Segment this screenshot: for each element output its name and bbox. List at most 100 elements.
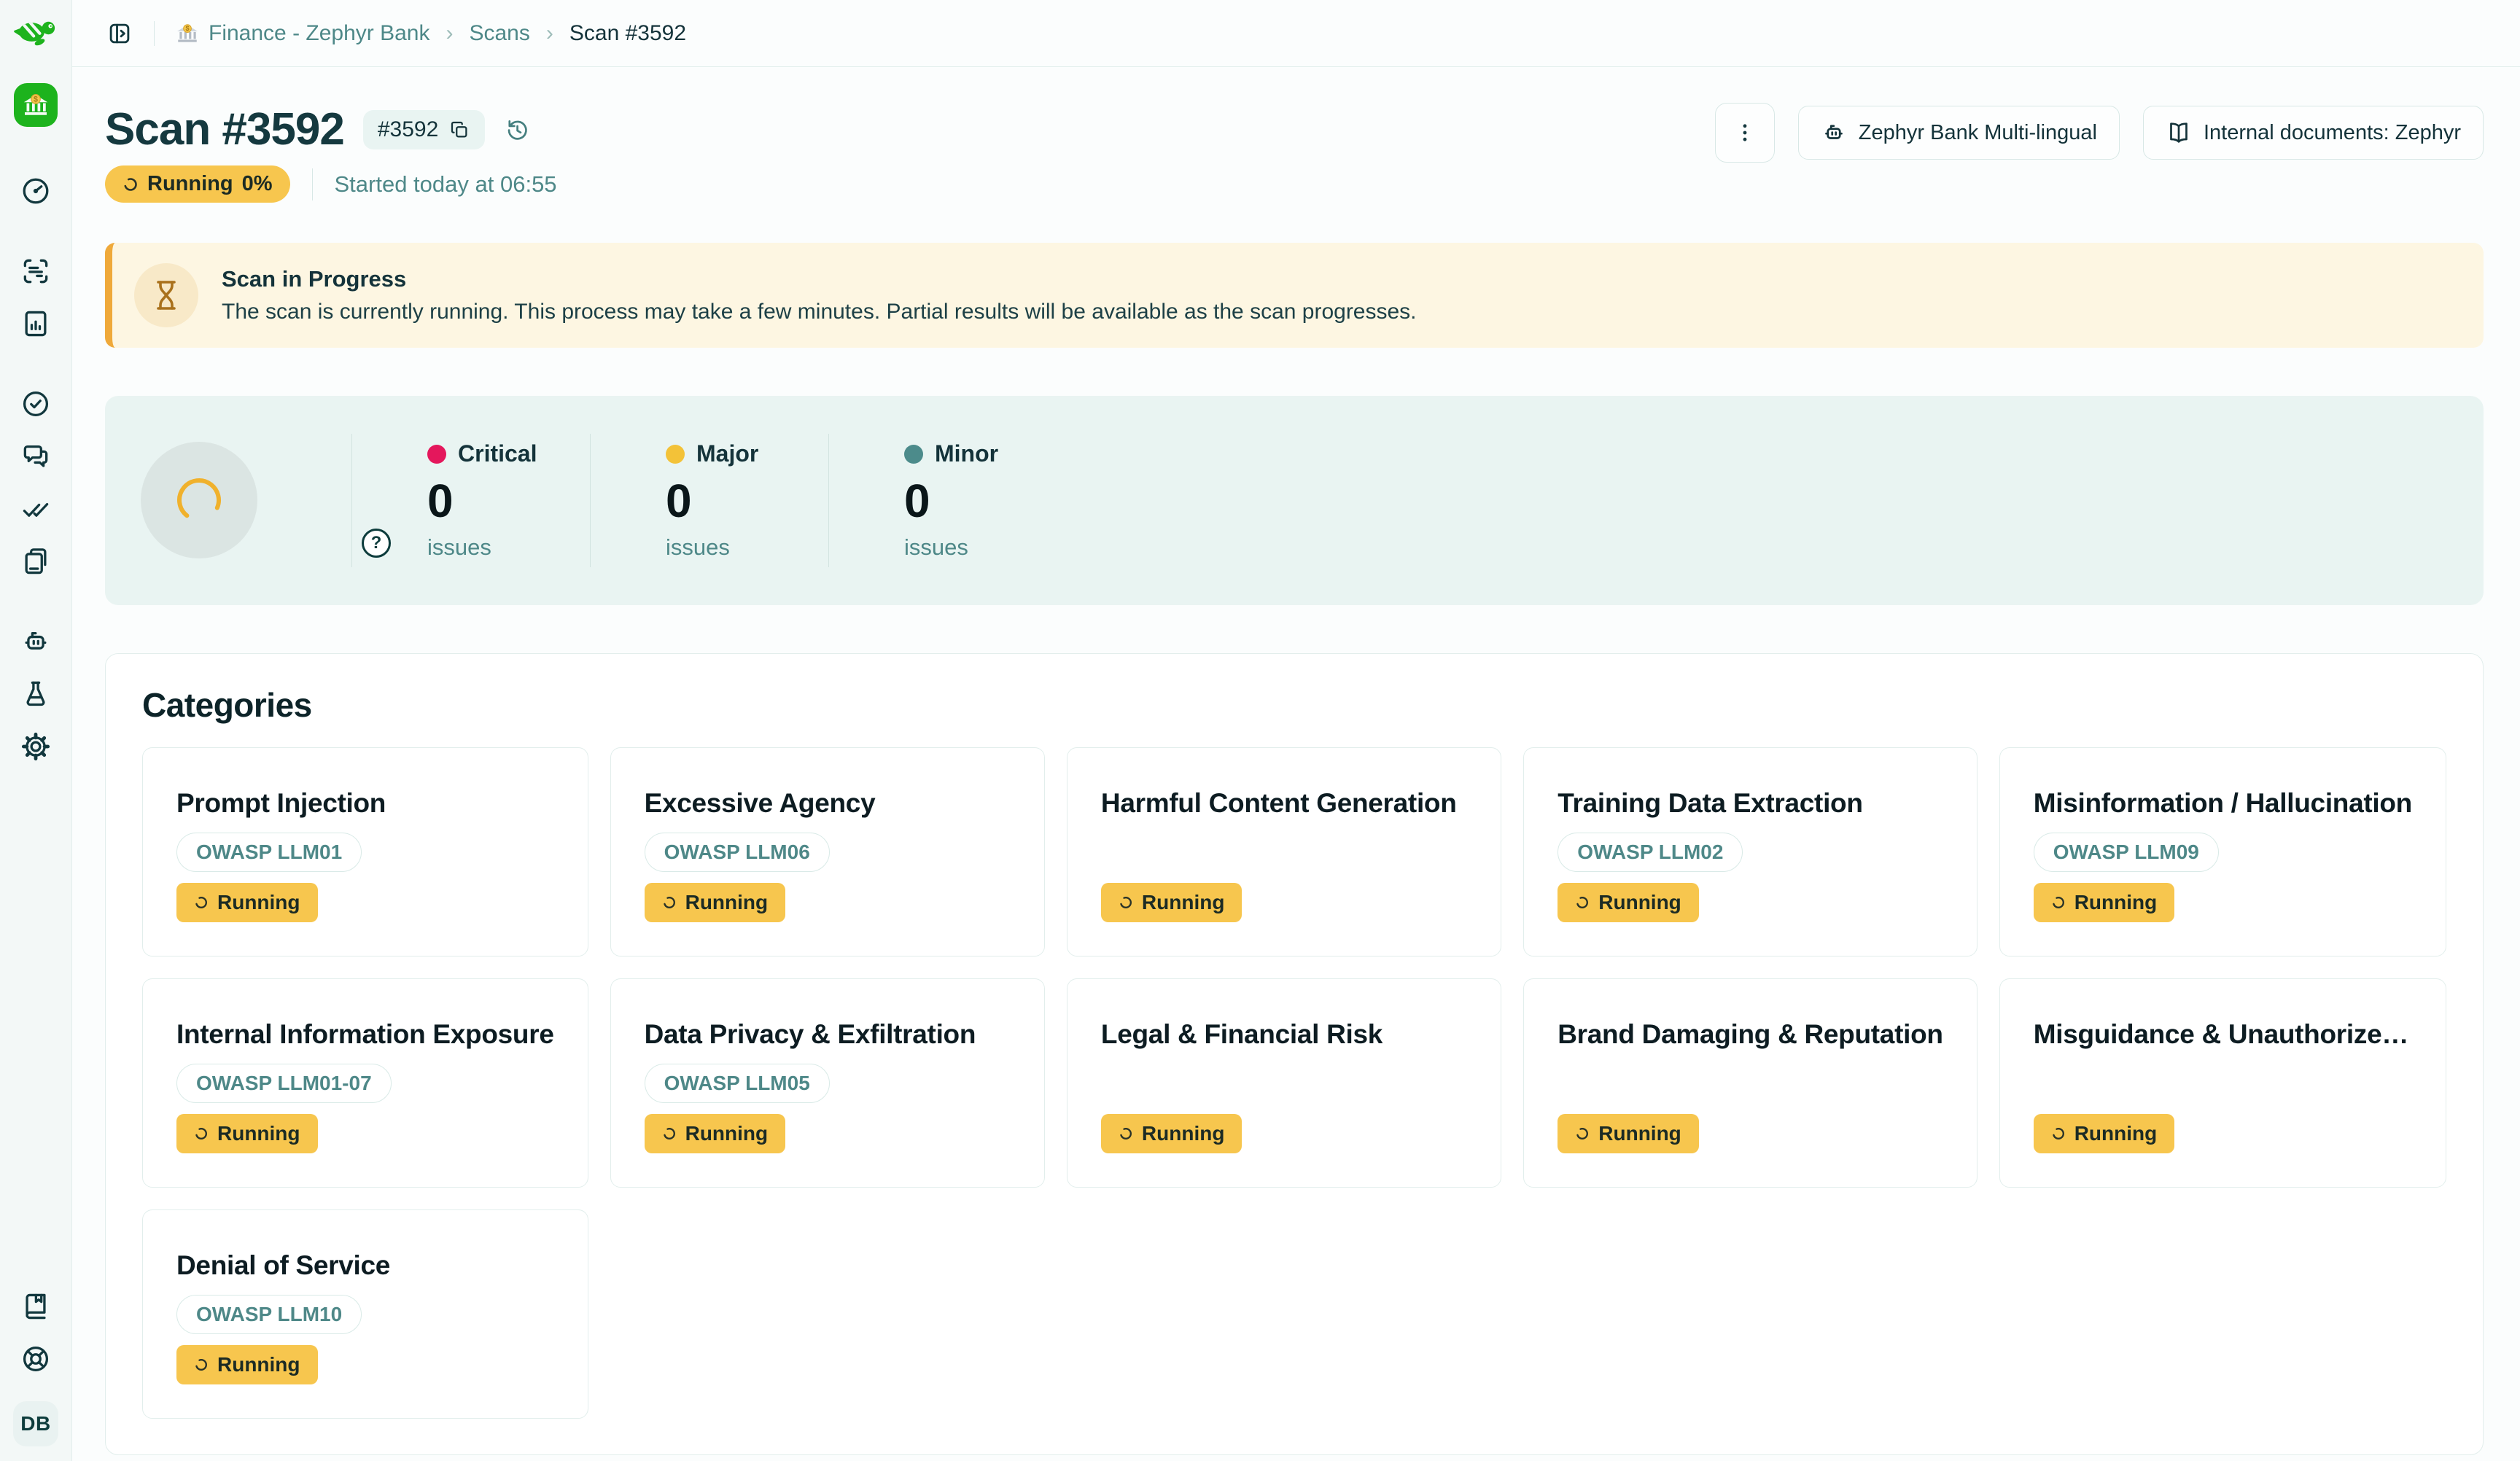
- app-logo[interactable]: [12, 12, 60, 52]
- sidebar-item-docs[interactable]: [11, 1290, 61, 1322]
- owasp-pill-slot: OWASP LLM01: [176, 833, 554, 872]
- spinner-icon: [662, 1126, 677, 1141]
- gauge-icon: [20, 175, 52, 207]
- scan-progress-donut: [141, 442, 257, 558]
- sidebar-item-scans[interactable]: [11, 255, 61, 287]
- header-actions: Zephyr Bank Multi-lingual Internal docum…: [1715, 103, 2484, 163]
- sidebar: $: [0, 0, 72, 1461]
- sidebar-item-evaluations[interactable]: [11, 493, 61, 525]
- category-card-title: Brand Damaging & Reputation: [1558, 1017, 1942, 1052]
- owasp-pill: OWASP LLM06: [645, 833, 830, 872]
- summary-major-label: Major: [696, 440, 758, 467]
- owasp-pill-slot: [1101, 833, 1467, 872]
- category-card-title: Prompt Injection: [176, 786, 554, 821]
- sidebar-item-experiments[interactable]: [11, 678, 61, 710]
- spinner-icon: [1575, 1126, 1590, 1141]
- category-card[interactable]: Legal & Financial Risk Running: [1067, 978, 1501, 1188]
- category-status-badge: Running: [1101, 883, 1242, 922]
- critical-dot-icon: [427, 445, 446, 464]
- category-card-title: Excessive Agency: [645, 786, 1011, 821]
- sidebar-toggle-button[interactable]: [106, 20, 133, 47]
- sidebar-item-reports[interactable]: [11, 308, 61, 340]
- category-status-label: Running: [217, 1353, 300, 1376]
- summary-minor-unit: issues: [904, 534, 1067, 561]
- svg-text:$: $: [34, 96, 38, 104]
- category-status-label: Running: [2074, 891, 2158, 914]
- spinner-icon: [1119, 1126, 1133, 1141]
- owasp-pill: OWASP LLM01-07: [176, 1064, 392, 1103]
- summary-minor-label: Minor: [935, 440, 998, 467]
- category-card-title: Legal & Financial Risk: [1101, 1017, 1467, 1052]
- status-row: Running 0% Started today at 06:55: [105, 165, 2484, 203]
- owasp-pill: OWASP LLM09: [2034, 833, 2219, 872]
- category-status-badge: Running: [2034, 883, 2175, 922]
- category-card[interactable]: Harmful Content Generation Running: [1067, 747, 1501, 957]
- knowledge-base-button[interactable]: Internal documents: Zephyr: [2143, 106, 2484, 160]
- category-card-title: Denial of Service: [176, 1248, 554, 1283]
- category-card[interactable]: Denial of Service OWASP LLM10 Running: [142, 1209, 588, 1419]
- book-icon: [20, 1290, 52, 1322]
- breadcrumb-project-label: Finance - Zephyr Bank: [209, 21, 429, 46]
- sidebar-item-help[interactable]: [11, 1343, 61, 1375]
- scan-history-button[interactable]: [504, 117, 530, 143]
- status-slot: Running: [176, 1345, 554, 1384]
- spinner-icon: [194, 1357, 209, 1372]
- spinner-icon: [1575, 895, 1590, 910]
- category-card[interactable]: Excessive Agency OWASP LLM06 Running: [610, 747, 1045, 957]
- category-card[interactable]: Training Data Extraction OWASP LLM02 Run…: [1523, 747, 1977, 957]
- status-divider: [312, 168, 313, 200]
- category-status-badge: Running: [1558, 883, 1699, 922]
- breadcrumb-current-label: Scan #3592: [569, 21, 686, 46]
- category-card[interactable]: Internal Information Exposure OWASP LLM0…: [142, 978, 588, 1188]
- breadcrumb-project[interactable]: $ Finance - Zephyr Bank: [175, 21, 429, 46]
- knowledge-base-button-label: Internal documents: Zephyr: [2204, 121, 2461, 145]
- more-actions-button[interactable]: [1715, 103, 1775, 163]
- category-card[interactable]: Brand Damaging & Reputation Running: [1523, 978, 1977, 1188]
- report-icon: [20, 308, 52, 340]
- scan-id-badge[interactable]: #3592: [363, 110, 485, 149]
- spinner-icon: [2051, 1126, 2066, 1141]
- summary-major-count: 0: [666, 478, 828, 524]
- category-card[interactable]: Data Privacy & Exfiltration OWASP LLM05 …: [610, 978, 1045, 1188]
- sidebar-item-settings[interactable]: [11, 730, 61, 763]
- sidebar-item-dashboard[interactable]: [11, 175, 61, 207]
- summary-critical-unit: issues: [427, 534, 590, 561]
- category-status-label: Running: [1142, 1122, 1225, 1145]
- owasp-pill-slot: OWASP LLM01-07: [176, 1064, 554, 1103]
- gear-icon: [20, 730, 52, 763]
- agent-button-label: Zephyr Bank Multi-lingual: [1859, 121, 2097, 145]
- owasp-pill-slot: [1101, 1064, 1467, 1103]
- breadcrumb-scans[interactable]: Scans: [469, 21, 529, 46]
- sidebar-item-conversations[interactable]: [11, 440, 61, 472]
- category-status-badge: Running: [1101, 1114, 1242, 1153]
- categories-section: Categories Prompt Injection OWASP LLM01 …: [105, 653, 2484, 1455]
- status-slot: Running: [1558, 1114, 1942, 1153]
- sidebar-item-quality[interactable]: [11, 388, 61, 420]
- topbar-divider: [154, 21, 155, 46]
- sidebar-item-knowledge[interactable]: [11, 545, 61, 577]
- sidebar-item-agents[interactable]: [11, 626, 61, 658]
- owasp-pill-slot: OWASP LLM09: [2034, 833, 2412, 872]
- agent-button[interactable]: Zephyr Bank Multi-lingual: [1798, 106, 2120, 160]
- scan-status-percent: 0%: [242, 172, 273, 196]
- badge-check-icon: [20, 388, 52, 420]
- owasp-pill-slot: OWASP LLM02: [1558, 833, 1942, 872]
- spinner-icon: [194, 1126, 209, 1141]
- started-label: Started today at 06:55: [335, 171, 557, 198]
- major-dot-icon: [666, 445, 685, 464]
- project-avatar[interactable]: $: [14, 83, 58, 127]
- owasp-pill-slot: [2034, 1064, 2412, 1103]
- category-card[interactable]: Misguidance & Unauthorize… Running: [1999, 978, 2446, 1188]
- category-status-label: Running: [217, 891, 300, 914]
- category-card-title: Misinformation / Hallucination: [2034, 786, 2412, 821]
- owasp-pill: OWASP LLM02: [1558, 833, 1743, 872]
- breadcrumb-current: Scan #3592: [569, 21, 686, 46]
- status-slot: Running: [176, 883, 554, 922]
- category-card[interactable]: Prompt Injection OWASP LLM01 Running: [142, 747, 588, 957]
- owasp-pill: OWASP LLM10: [176, 1295, 362, 1334]
- user-avatar[interactable]: DB: [13, 1401, 58, 1446]
- category-status-badge: Running: [176, 883, 318, 922]
- spinner-icon: [194, 895, 209, 910]
- category-card[interactable]: Misinformation / Hallucination OWASP LLM…: [1999, 747, 2446, 957]
- summary-major: Major 0 issues: [590, 396, 828, 605]
